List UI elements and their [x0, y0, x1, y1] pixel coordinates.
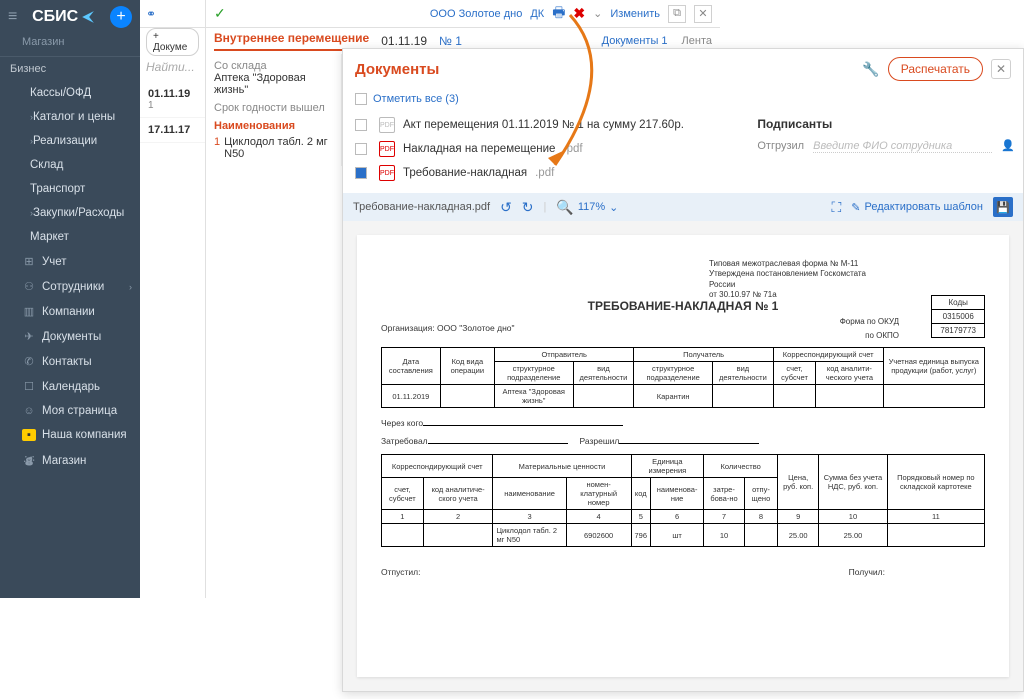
avatar-icon: ☺	[22, 405, 36, 417]
chevron-down-icon[interactable]: ⌄	[593, 7, 602, 20]
pdf-icon: PDF	[379, 141, 395, 157]
print-icon[interactable]: 🖶	[552, 2, 565, 26]
fullscreen-icon[interactable]: ⛶	[831, 199, 841, 216]
preview-toolbar: Требование-накладная.pdf ↺ ↻ | 🔍 117% ⌄ …	[343, 193, 1023, 221]
nav-dokumenty[interactable]: ✈Документы	[0, 324, 140, 349]
section-business: Бизнес	[0, 56, 140, 81]
redo-icon[interactable]: ↻	[522, 199, 534, 216]
change-link[interactable]: Изменить	[610, 8, 660, 20]
org-link[interactable]: ООО Золотое дно	[430, 8, 522, 20]
undo-icon[interactable]: ↺	[500, 199, 512, 216]
nav-kompanii[interactable]: ▥Компании	[0, 299, 140, 324]
doc-title: ТРЕБОВАНИЕ-НАКЛАДНАЯ № 1	[381, 299, 985, 313]
from-value: Аптека "Здоровая жизнь"	[214, 72, 333, 96]
nav-katalog[interactable]: ›Каталог и цены	[0, 105, 140, 129]
documents-popup: Документы 🔧 Распечатать ✕ Отметить все (…	[342, 48, 1024, 692]
add-doc-button[interactable]: + Докуме	[146, 28, 199, 56]
close-button[interactable]: ✕	[694, 5, 712, 23]
doc-date: 01.11.19	[381, 34, 427, 48]
sidebar: ≡ СБИС + Магазин Бизнес Кассы/ОФД ›Катал…	[0, 0, 140, 598]
items-header: Наименования	[214, 120, 333, 132]
copy-icon[interactable]: ⧉	[668, 5, 686, 23]
popup-title: Документы	[355, 61, 854, 78]
hamburger-icon[interactable]: ≡	[8, 8, 17, 26]
person-icon[interactable]: 👤	[1001, 140, 1015, 152]
delete-icon[interactable]: ✖	[573, 5, 585, 22]
fio-input[interactable]: Введите ФИО сотрудника	[813, 140, 992, 153]
list-item[interactable]: 01.11.19 1	[140, 82, 205, 118]
checkbox-icon[interactable]	[355, 93, 367, 105]
checkbox[interactable]	[355, 119, 367, 131]
document-list: ⚭ + Докуме Найти... 01.11.19 1 17.11.17	[140, 0, 206, 598]
items-table: Корреспондирующий счет Материальные ценн…	[381, 454, 985, 547]
chevron-right-icon: ›	[129, 282, 132, 292]
nav-zakupki[interactable]: ›Закупки/Расходы	[0, 201, 140, 225]
checkbox[interactable]	[355, 143, 367, 155]
close-icon[interactable]: ✕	[991, 59, 1011, 79]
zoom-icon[interactable]: 🔍	[556, 199, 573, 216]
send-icon: ✈	[22, 330, 36, 343]
nav-nasha[interactable]: ▪Наша компания	[0, 423, 140, 447]
dialog-toolbar: ✓ ООО Золотое дно ДК 🖶 ✖ ⌄ Изменить ⧉ ✕	[206, 0, 720, 28]
doc-row[interactable]: PDF Требование-накладная.pdf	[355, 161, 1011, 185]
dk-link[interactable]: ДК	[530, 8, 544, 20]
tab-lenta[interactable]: Лента	[682, 35, 712, 47]
nav-sotrud[interactable]: ⚇Сотрудники›	[0, 274, 140, 299]
nav-magazin[interactable]: ⛇Магазин	[0, 447, 140, 475]
nav-transport[interactable]: Транспорт	[0, 177, 140, 201]
signers-title: Подписанты	[757, 117, 1015, 131]
move-details: Со склада Аптека "Здоровая жизнь" Срок г…	[206, 54, 342, 166]
people-icon: ⚇	[22, 280, 36, 293]
cart-icon: ⛇	[22, 453, 36, 469]
save-icon[interactable]: 💾	[993, 197, 1013, 217]
nav-realiz[interactable]: ›Реализации	[0, 129, 140, 153]
nav-kalendar[interactable]: ☐Календарь	[0, 374, 140, 399]
signers-panel: Подписанты Отгрузил Введите ФИО сотрудни…	[757, 117, 1015, 152]
print-button[interactable]: Распечатать	[888, 57, 983, 81]
sent-label: Отгрузил	[757, 140, 804, 152]
pdf-icon: PDF	[379, 117, 395, 133]
edit-template-button[interactable]: ✎ Редактировать шаблон	[851, 201, 983, 214]
nav-sklad[interactable]: Склад	[0, 153, 140, 177]
pdf-icon: PDF	[379, 165, 395, 181]
doc-num[interactable]: № 1	[439, 34, 462, 48]
header-table: Дата составления Код вида операции Отпра…	[381, 347, 985, 408]
company-icon: ▪	[22, 429, 36, 441]
logo: СБИС	[32, 8, 95, 26]
nav-kontakty[interactable]: ✆Контакты	[0, 349, 140, 374]
pencil-icon: ✎	[851, 201, 860, 214]
building-icon: ▥	[22, 305, 36, 318]
search-input[interactable]: Найти...	[140, 56, 205, 82]
codes-table: Коды 0315006 78179773	[931, 295, 985, 338]
from-label: Со склада	[214, 60, 333, 72]
expiry-label: Срок годности вышел	[214, 102, 333, 114]
checkbox-checked[interactable]	[355, 167, 367, 179]
mark-all[interactable]: Отметить все (3)	[343, 89, 1023, 113]
context-label: Магазин	[0, 34, 140, 56]
preview-filename: Требование-накладная.pdf	[353, 201, 490, 213]
list-item[interactable]: 17.11.17	[140, 118, 205, 143]
nav-uchet[interactable]: ⊞Учет	[0, 249, 140, 274]
nav-market[interactable]: Маркет	[0, 225, 140, 249]
nav-kassy[interactable]: Кассы/ОФД	[0, 81, 140, 105]
nav-moya[interactable]: ☺Моя страница	[0, 399, 140, 423]
tab-docs[interactable]: Документы 1	[602, 35, 668, 47]
chevron-down-icon[interactable]: ⌄	[609, 201, 618, 214]
wrench-icon[interactable]: 🔧	[862, 61, 879, 78]
link-icon[interactable]: ⚭	[146, 7, 156, 21]
item-row[interactable]: 1 Циклодол табл. 2 мг N50	[214, 136, 333, 160]
add-button[interactable]: +	[110, 6, 132, 28]
zoom-value: 117%	[578, 201, 605, 213]
document-preview: Типовая межотраслевая форма № М-11 Утвер…	[343, 221, 1023, 691]
calc-icon: ⊞	[22, 255, 36, 268]
check-icon[interactable]: ✓	[214, 5, 226, 22]
calendar-icon: ☐	[22, 380, 36, 393]
phone-icon: ✆	[22, 355, 36, 368]
